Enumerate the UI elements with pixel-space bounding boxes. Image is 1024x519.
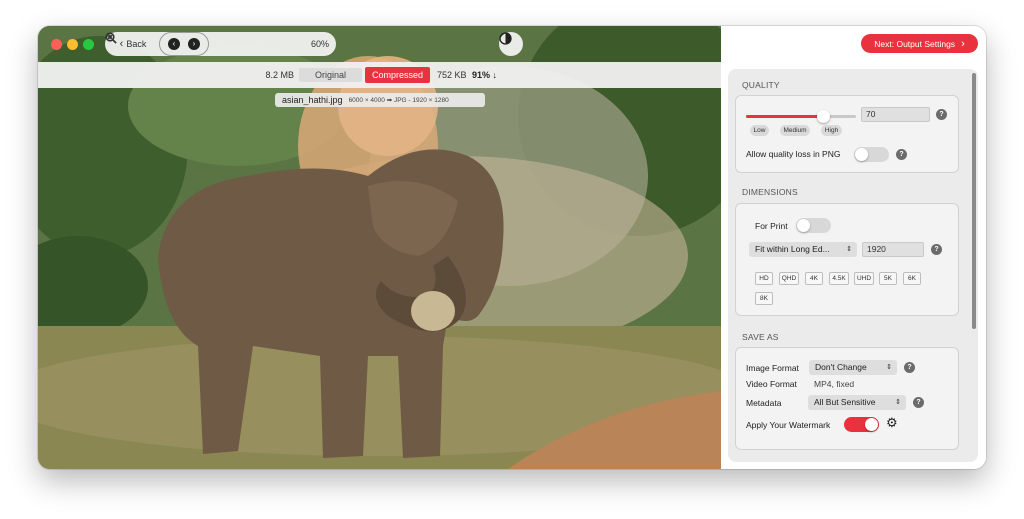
chevron-right-icon: ›: [961, 37, 965, 50]
prev-circle-icon[interactable]: ‹: [168, 38, 180, 50]
close-window-button[interactable]: [51, 39, 62, 50]
image-format-select[interactable]: Don't Change ⇕: [809, 360, 897, 375]
png-loss-toggle[interactable]: [854, 147, 889, 162]
dimensions-group: For Print Fit within Long Ed... ⇕ 1920 ?…: [735, 203, 959, 316]
reduction-percent: 91% ↓: [472, 70, 498, 80]
compressed-size: 752 KB: [437, 70, 467, 80]
file-details: 6000 × 4000 ➡ JPG - 1920 × 1280: [348, 97, 449, 104]
metadata-select[interactable]: All But Sensitive ⇕: [808, 395, 906, 410]
png-loss-help-icon[interactable]: ?: [896, 149, 907, 160]
zoom-window-button[interactable]: [83, 39, 94, 50]
preset-hd[interactable]: HD: [755, 272, 773, 285]
image-preview[interactable]: ‹ Back ‹ › 60% 8.2 MB Original Compresse…: [38, 26, 721, 469]
chevron-updown-icon: ⇕: [886, 364, 892, 371]
image-format-value: Don't Change: [815, 362, 867, 372]
minimize-window-button[interactable]: [67, 39, 78, 50]
quality-help-icon[interactable]: ?: [936, 109, 947, 120]
quality-preset-low[interactable]: Low: [750, 125, 769, 136]
quality-slider[interactable]: [746, 110, 856, 123]
preset-5k[interactable]: 5K: [879, 272, 897, 285]
metadata-label: Metadata: [746, 398, 782, 408]
quality-value-field[interactable]: 70: [861, 107, 930, 122]
original-tab[interactable]: Original: [299, 68, 362, 82]
dimensions-help-icon[interactable]: ?: [931, 244, 942, 255]
back-button[interactable]: ‹ Back: [111, 32, 155, 56]
png-loss-label: Allow quality loss in PNG: [746, 149, 841, 159]
zoom-out-button[interactable]: [105, 32, 257, 56]
compare-bar: 8.2 MB Original Compressed 752 KB 91% ↓: [38, 62, 721, 88]
fit-mode-select[interactable]: Fit within Long Ed... ⇕: [749, 242, 857, 257]
video-format-value: MP4, fixed: [814, 379, 855, 389]
chevron-updown-icon: ⇕: [895, 399, 901, 406]
watermark-settings-gear-icon[interactable]: ⚙: [886, 415, 898, 431]
preset-8k[interactable]: 8K: [755, 292, 773, 305]
quality-section-title: QUALITY: [742, 80, 780, 90]
save-as-group: Image Format Don't Change ⇕ ? Video Form…: [735, 347, 959, 450]
zoom-in-button[interactable]: [105, 32, 233, 56]
dimensions-section-title: DIMENSIONS: [742, 187, 798, 197]
next-circle-icon[interactable]: ›: [188, 38, 200, 50]
chevron-updown-icon: ⇕: [846, 246, 852, 253]
image-format-label: Image Format: [746, 363, 799, 373]
quality-preset-medium[interactable]: Medium: [780, 125, 810, 136]
preset-qhd[interactable]: QHD: [779, 272, 799, 285]
preset-uhd[interactable]: UHD: [854, 272, 874, 285]
contrast-icon: [499, 32, 512, 45]
chevron-left-icon: ‹: [119, 38, 124, 50]
zoom-actual-icon: [105, 32, 117, 44]
for-print-label: For Print: [755, 221, 788, 231]
image-format-help-icon[interactable]: ?: [904, 362, 915, 373]
settings-panel: QUALITY 70 ? Low Medium High Allow quali…: [728, 69, 978, 462]
navigation-toolbar: ‹ Back ‹ › 60%: [105, 32, 336, 56]
save-as-section-title: SAVE AS: [742, 332, 779, 342]
video-format-label: Video Format: [746, 379, 797, 389]
zoom-actual-button[interactable]: [105, 32, 305, 56]
fit-mode-value: Fit within Long Ed...: [755, 244, 830, 254]
watermark-toggle[interactable]: [844, 417, 879, 432]
for-print-toggle[interactable]: [796, 218, 831, 233]
dimension-size-field[interactable]: 1920: [862, 242, 924, 257]
next-button-label: Next: Output Settings: [874, 38, 956, 49]
file-info-chip: asian_hathi.jpg 6000 × 4000 ➡ JPG - 1920…: [275, 93, 485, 107]
zoom-fit-button[interactable]: [105, 32, 281, 56]
quality-group: 70 ? Low Medium High Allow quality loss …: [735, 95, 959, 173]
preset-4k[interactable]: 4K: [805, 272, 823, 285]
quality-slider-fill: [746, 115, 823, 118]
metadata-help-icon[interactable]: ?: [913, 397, 924, 408]
watermark-label: Apply Your Watermark: [746, 420, 831, 430]
quality-preset-high[interactable]: High: [821, 125, 842, 136]
settings-sidebar: Next: Output Settings › QUALITY 70 ? Low…: [721, 26, 986, 469]
metadata-value: All But Sensitive: [814, 397, 876, 407]
compare-toggle-button[interactable]: [499, 32, 523, 56]
back-label: Back: [126, 39, 147, 49]
next-output-settings-button[interactable]: Next: Output Settings ›: [861, 34, 978, 53]
app-window: ‹ Back ‹ › 60% 8.2 MB Original Compresse…: [38, 26, 986, 469]
prev-next-group: ‹ ›: [159, 32, 209, 56]
zoom-level: 60%: [310, 39, 329, 49]
preset-4-5k[interactable]: 4.5K: [829, 272, 849, 285]
original-size: 8.2 MB: [265, 70, 294, 80]
quality-slider-knob[interactable]: [817, 110, 830, 123]
file-name: asian_hathi.jpg: [282, 95, 343, 105]
compressed-tab[interactable]: Compressed: [365, 67, 430, 83]
preset-6k[interactable]: 6K: [903, 272, 921, 285]
panel-scrollbar[interactable]: [972, 73, 976, 329]
